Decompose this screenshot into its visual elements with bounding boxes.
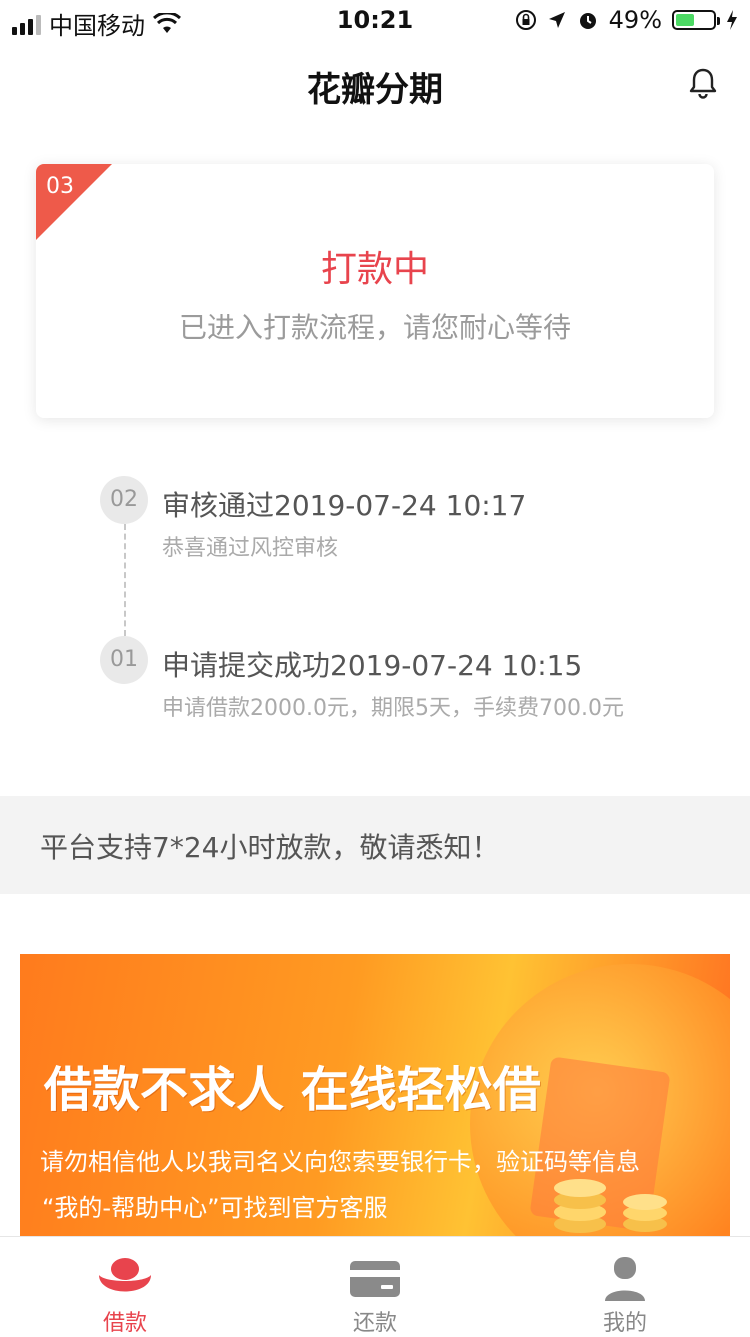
battery-percent: 49% bbox=[608, 6, 662, 34]
banner-warning: 请勿相信他人以我司名义向您索要银行卡，验证码等信息 bbox=[40, 1148, 640, 1176]
tab-repay-label: 还款 bbox=[352, 1311, 397, 1336]
orientation-lock-icon bbox=[515, 10, 536, 30]
battery-icon bbox=[672, 10, 720, 30]
timeline-step-title: 申请提交成功2019-07-24 10:15 bbox=[162, 649, 583, 682]
banner-help: “我的-帮助中心”可找到官方客服 bbox=[42, 1194, 388, 1222]
notice-text: 平台支持7*24小时放款，敬请悉知！ bbox=[40, 831, 500, 864]
timeline-step-circle: 02 bbox=[100, 476, 148, 524]
status-title: 打款中 bbox=[320, 249, 429, 290]
timeline-connector bbox=[124, 524, 126, 636]
step-number: 03 bbox=[46, 174, 74, 199]
banner-title: 借款不求人 在线轻松借 bbox=[44, 1062, 541, 1118]
tab-mine[interactable]: 我的 bbox=[500, 1237, 750, 1336]
alarm-icon bbox=[579, 13, 596, 29]
notice-bar: 平台支持7*24小时放款，敬请悉知！ bbox=[0, 796, 750, 894]
location-icon bbox=[548, 12, 565, 28]
bell-icon[interactable] bbox=[686, 66, 720, 100]
user-icon bbox=[605, 1257, 645, 1301]
timeline-step-circle: 01 bbox=[100, 636, 148, 684]
tab-bar: 借款 还款 我的 bbox=[0, 1236, 750, 1336]
status-card: 03 打款中 已进入打款流程，请您耐心等待 bbox=[36, 164, 714, 418]
tab-mine-label: 我的 bbox=[602, 1311, 647, 1336]
timeline-step-desc: 申请借款2000.0元，期限5天，手续费700.0元 bbox=[162, 696, 624, 721]
tab-borrow[interactable]: 借款 bbox=[0, 1237, 250, 1336]
card-icon bbox=[350, 1261, 400, 1297]
tab-repay[interactable]: 还款 bbox=[250, 1237, 500, 1336]
timeline-step-desc: 恭喜通过风控审核 bbox=[162, 536, 339, 561]
status-bar-right: 49% bbox=[515, 6, 738, 34]
status-bar: 中国移动 10:21 49% bbox=[0, 0, 750, 40]
status-subtitle: 已进入打款流程，请您耐心等待 bbox=[178, 311, 571, 344]
charging-icon bbox=[727, 10, 737, 30]
nav-bar: 花瓣分期 bbox=[0, 40, 750, 130]
ingot-icon bbox=[99, 1258, 151, 1292]
page-title: 花瓣分期 bbox=[307, 70, 443, 110]
battery-fill bbox=[676, 14, 694, 26]
tab-borrow-label: 借款 bbox=[102, 1311, 147, 1336]
timeline-step-title: 审核通过2019-07-24 10:17 bbox=[162, 489, 527, 522]
promo-banner[interactable]: 借款不求人 在线轻松借 请勿相信他人以我司名义向您索要银行卡，验证码等信息 “我… bbox=[20, 954, 730, 1236]
